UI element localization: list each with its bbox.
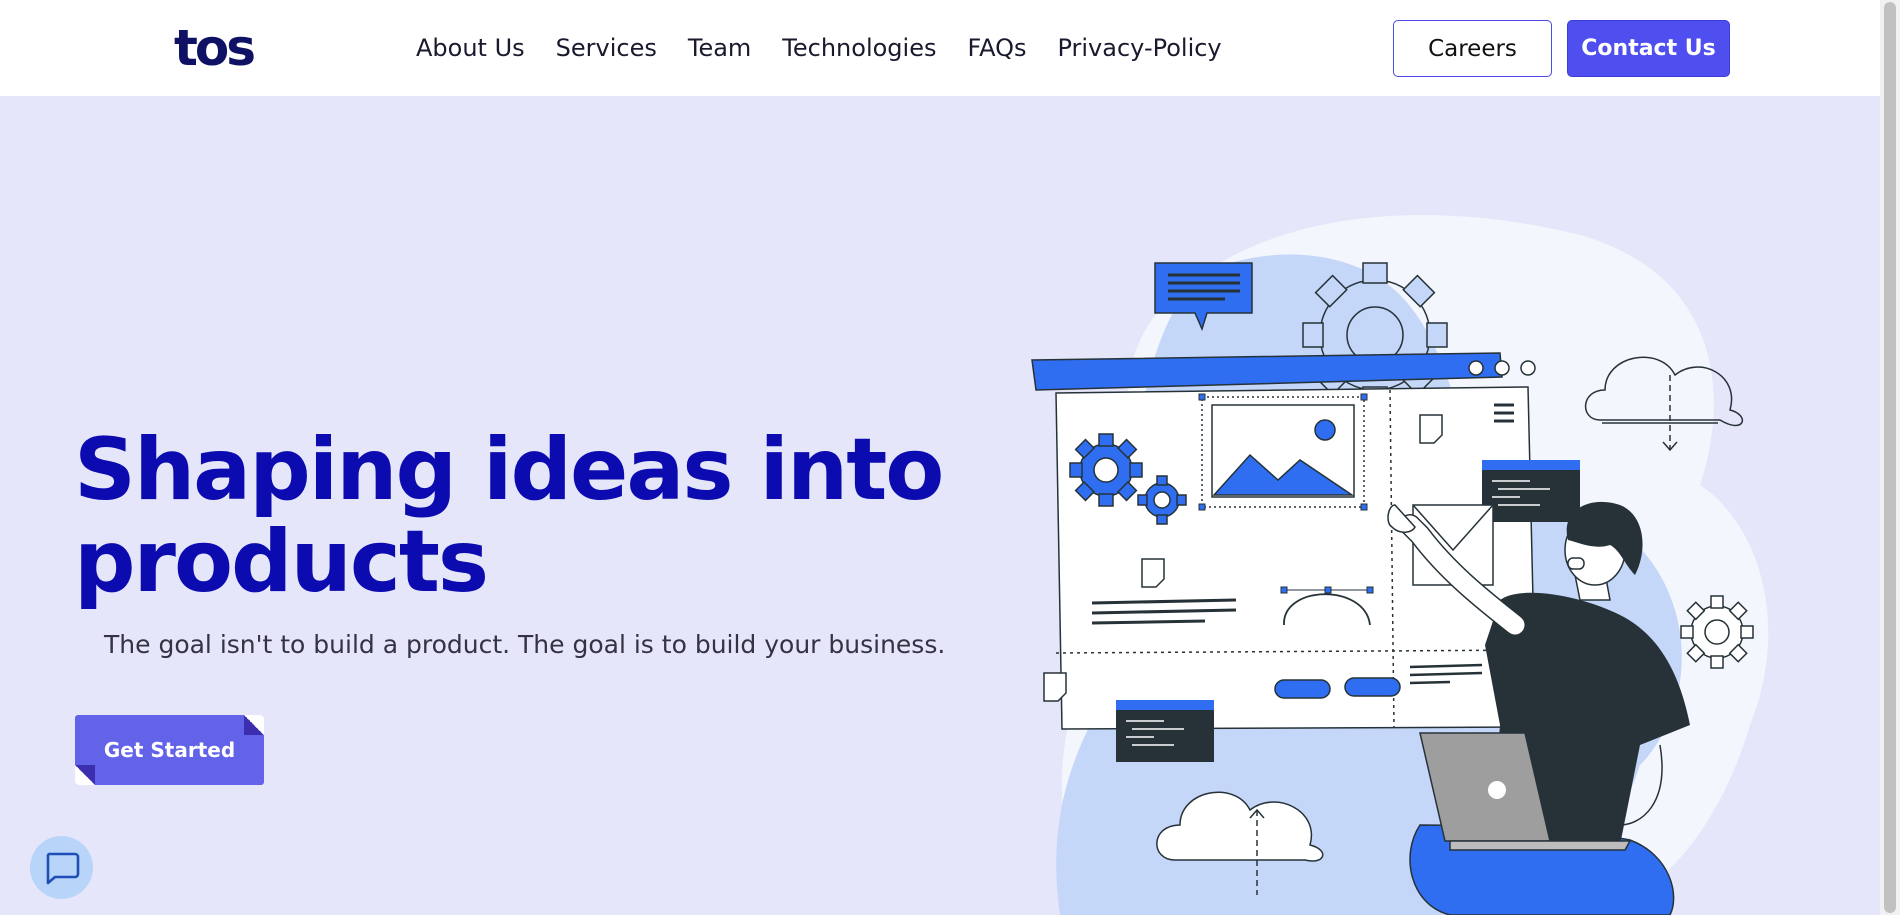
corner-fold-decoration <box>75 765 95 785</box>
get-started-button[interactable]: Get Started <box>75 715 264 785</box>
corner-fold-decoration <box>244 715 264 735</box>
hero-title: Shaping ideas into products <box>74 424 954 608</box>
scrollbar-thumb[interactable] <box>1884 2 1896 913</box>
nav-link-about-us[interactable]: About Us <box>416 30 525 66</box>
hero-subtitle: The goal isn't to build a product. The g… <box>104 630 946 659</box>
pill-decoration <box>1274 679 1331 699</box>
gear-large-icon <box>1069 433 1143 507</box>
nav-link-technologies[interactable]: Technologies <box>782 30 936 66</box>
nav-link-faqs[interactable]: FAQs <box>967 30 1026 66</box>
page-scrollbar[interactable] <box>1880 0 1900 915</box>
nav-link-privacy-policy[interactable]: Privacy-Policy <box>1057 30 1221 66</box>
get-started-label: Get Started <box>103 738 236 762</box>
logo[interactable]: tos <box>174 18 256 78</box>
chat-widget-button[interactable] <box>30 836 93 899</box>
note-icon <box>1043 672 1067 702</box>
note-icon <box>1141 558 1165 588</box>
code-window-icon <box>1116 700 1214 762</box>
contact-us-button[interactable]: Contact Us <box>1567 20 1730 77</box>
careers-button[interactable]: Careers <box>1393 20 1552 77</box>
hero-illustration <box>1031 215 1769 915</box>
code-window-icon <box>1482 460 1580 522</box>
nav-link-team[interactable]: Team <box>688 30 751 66</box>
gear-outline-icon <box>1680 595 1754 669</box>
nav-link-services[interactable]: Services <box>556 30 657 66</box>
hero-title-line-1: Shaping ideas into <box>74 420 944 520</box>
chat-bubble-icon <box>46 852 79 884</box>
note-icon <box>1419 414 1443 444</box>
top-navbar: tos About Us Services Team Technologies … <box>0 0 1900 96</box>
hero-title-line-2: products <box>74 512 489 612</box>
pill-decoration <box>1344 677 1401 697</box>
main-nav: About Us Services Team Technologies FAQs… <box>416 30 1253 66</box>
